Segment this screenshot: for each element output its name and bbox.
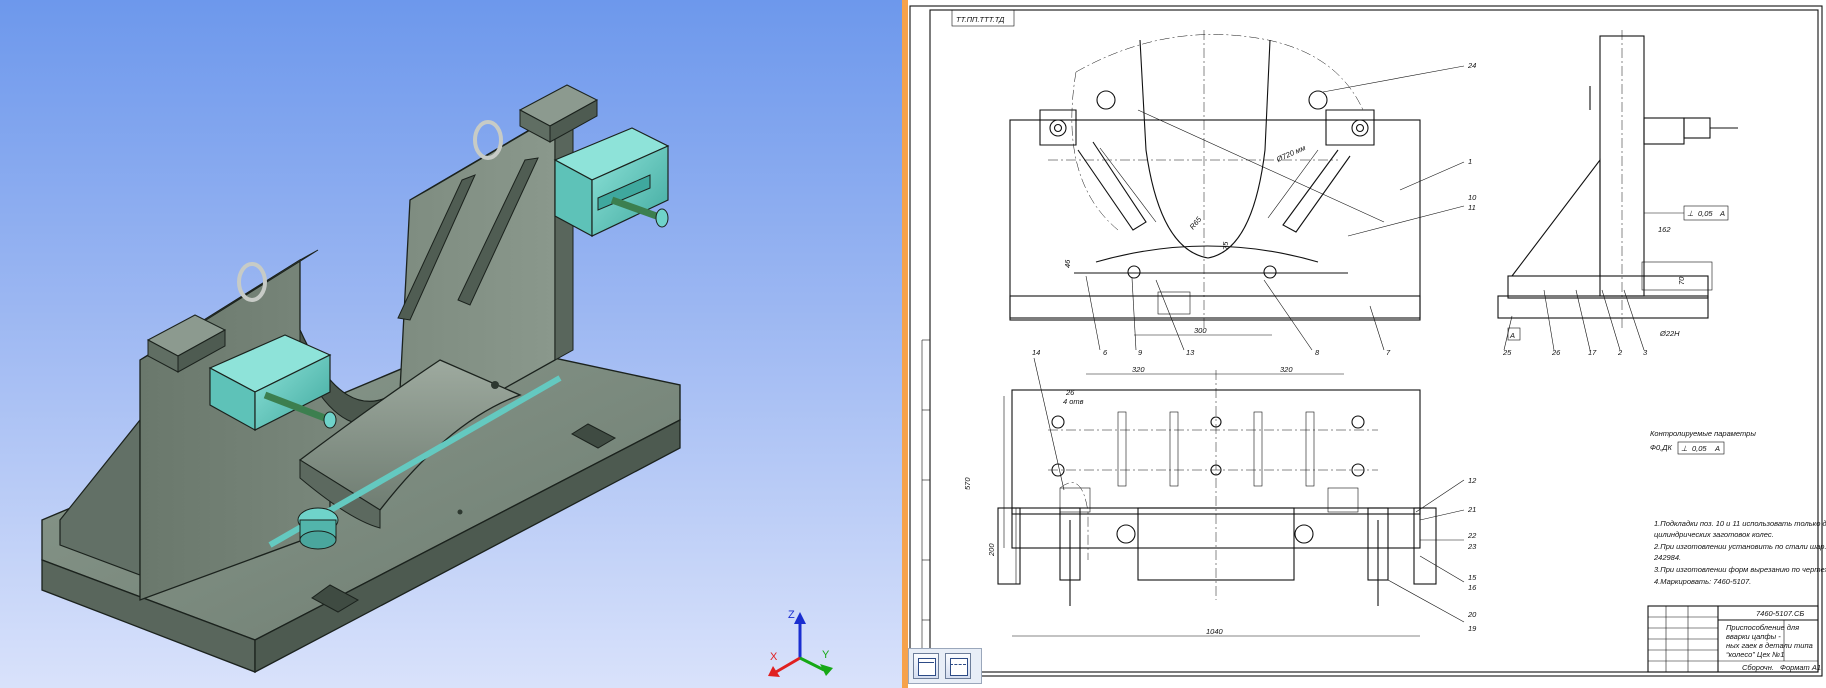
drawing-stamp: ТТ.ПП.ТТТ.ТД	[956, 15, 1005, 24]
dim-320a: 320	[1132, 365, 1145, 374]
title-line-1: Приспособление для	[1726, 623, 1799, 632]
callout-25: 25	[1502, 348, 1512, 357]
callout-11: 11	[1468, 203, 1476, 212]
dim-1040: 1040	[1206, 627, 1224, 636]
note-2: 2.При изготовлении установить по стали ш…	[1653, 542, 1826, 551]
single-view-button[interactable]	[913, 653, 939, 679]
callout-15: 15	[1468, 573, 1477, 582]
dim-4: 4 отв	[1063, 397, 1084, 406]
control-title: Контролируемые параметры	[1650, 429, 1756, 438]
callout-1: 1	[1468, 157, 1472, 166]
callout-20: 20	[1467, 610, 1477, 619]
note-1: 1.Подкладки поз. 10 и 11 использовать то…	[1654, 519, 1826, 528]
callout-26: 26	[1551, 348, 1561, 357]
callout-6: 6	[1103, 348, 1108, 357]
single-pane-icon	[918, 658, 936, 676]
axis-x-label: X	[770, 651, 778, 663]
title-block: 7460-5107.СБ Приспособление для вварки ц…	[1647, 605, 1821, 673]
callout-22: 22	[1467, 531, 1477, 540]
tol-right-symbol: ⊥	[1687, 209, 1694, 218]
note-3: 3.При изготовлении форм вырезанию по чер…	[1654, 565, 1826, 574]
callout-8: 8	[1315, 348, 1320, 357]
callout-14: 14	[1032, 348, 1040, 357]
assembly-drawing: ТТ.ПП.ТТТ.ТД Ø720 мм R65 75 46 300 24 1 …	[909, 5, 1826, 677]
axis-z-label: Z	[788, 609, 795, 621]
dim-70: 70	[1677, 276, 1686, 285]
callout-19: 19	[1468, 624, 1477, 633]
dim-h: 75	[1221, 241, 1230, 250]
callout-13: 13	[1186, 348, 1195, 357]
dim-26: 26	[1065, 388, 1075, 397]
dim-r: R65	[1188, 214, 1204, 231]
note-4: 4.Маркировать: 7460-5107.	[1654, 577, 1751, 586]
callout-23: 23	[1467, 542, 1477, 551]
title-format: Формат А1	[1780, 663, 1821, 672]
dim-46: 46	[1063, 259, 1072, 268]
datum-a: А	[1509, 331, 1515, 340]
3d-model-viewport[interactable]: X Y Z	[0, 0, 902, 688]
callout-24: 24	[1467, 61, 1476, 70]
callout-10: 10	[1468, 193, 1477, 202]
dim-300: 300	[1194, 326, 1207, 335]
axis-triad: X Y Z	[768, 609, 833, 677]
dim-570: 570	[963, 477, 972, 490]
drawing-sheet-view[interactable]: ТТ.ПП.ТТТ.ТД Ø720 мм R65 75 46 300 24 1 …	[908, 0, 1826, 688]
callout-21: 21	[1467, 505, 1476, 514]
title-doc-code: 7460-5107.СБ	[1756, 609, 1804, 618]
tech-notes: 1.Подкладки поз. 10 и 11 использовать то…	[1653, 519, 1826, 586]
pane-divider-icon	[950, 664, 966, 665]
callout-16: 16	[1468, 583, 1477, 592]
axis-y-label: Y	[822, 649, 830, 661]
callout-9: 9	[1138, 348, 1143, 357]
pane-header-icon	[918, 662, 934, 663]
control-symbol: ⊥	[1681, 444, 1688, 453]
control-datum: А	[1714, 444, 1720, 453]
note-1b: цилиндрических заготовок колес.	[1654, 530, 1774, 539]
dim-o-small: Ø22Н	[1659, 329, 1680, 338]
title-line-2: вварки цапфы -	[1726, 632, 1781, 641]
note-2b: 242984.	[1653, 553, 1681, 562]
front-view: Ø720 мм R65 75 46 300 24 1 10 11 6 9 13 …	[1009, 30, 1477, 357]
dim-320b: 320	[1280, 365, 1293, 374]
dim-200: 200	[987, 543, 996, 557]
tol-right-value: 0,05	[1698, 209, 1713, 218]
split-pane-icon	[950, 658, 968, 676]
dim-big: Ø720 мм	[1274, 143, 1307, 164]
plan-view: 320 320 26 4 отв 570 200 1040 14 12 21 2…	[963, 348, 1477, 637]
split-view-button[interactable]	[945, 653, 971, 679]
title-material: Сборочн.	[1742, 663, 1774, 672]
tol-right-datum: А	[1719, 209, 1725, 218]
control-row-label: Ф0,ДК	[1650, 443, 1672, 452]
callout-12: 12	[1468, 476, 1477, 485]
fixture-3d-model	[41, 84, 681, 674]
view-layout-toolbar	[908, 648, 982, 684]
side-view: ⊥ 0,05 А А 162 70 Ø22Н 25 26 17 2 3	[1497, 30, 1738, 357]
control-value: 0,05	[1692, 444, 1707, 453]
callout-7: 7	[1386, 348, 1391, 357]
title-line-3: ных гаек в детали типа	[1726, 641, 1813, 650]
callout-17: 17	[1588, 348, 1597, 357]
dim-162: 162	[1658, 225, 1671, 234]
title-line-4: “колесо” Цех №1	[1726, 650, 1784, 659]
